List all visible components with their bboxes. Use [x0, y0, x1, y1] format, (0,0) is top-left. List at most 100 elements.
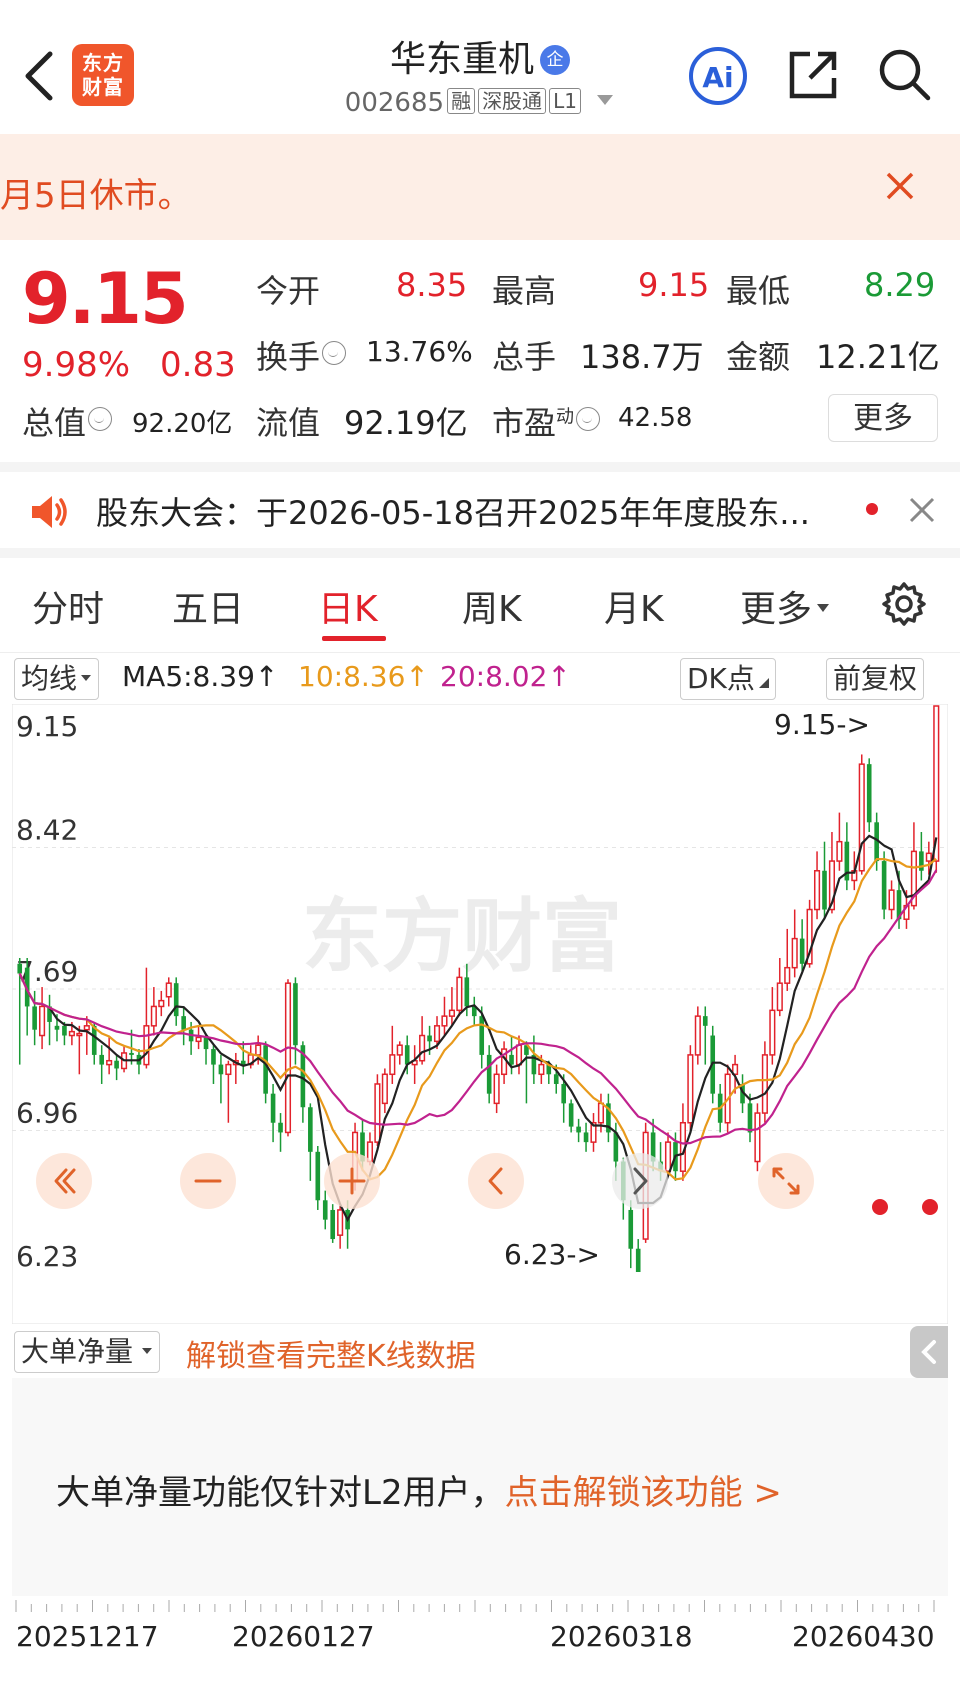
candle-body [225, 1063, 232, 1076]
candle-body [308, 1107, 313, 1152]
tab-monthly-k[interactable]: 月K [604, 580, 664, 632]
share-icon[interactable] [786, 46, 842, 102]
candle-body [173, 983, 179, 1017]
candle-body [553, 1074, 559, 1084]
tab-five-day[interactable]: 五日 [172, 580, 244, 632]
zoom-in-icon[interactable] [324, 1153, 380, 1209]
candle-body [858, 763, 865, 872]
pe-label[interactable]: 市盈动 [492, 398, 602, 444]
candle-body [441, 1015, 448, 1027]
candle-body [456, 976, 463, 1012]
candle-body [464, 977, 470, 1007]
candle-body [263, 1045, 268, 1094]
candle-body [486, 1054, 492, 1094]
float-cap-value: 92.19亿 [344, 404, 468, 442]
tag-level: L1 [549, 88, 581, 114]
candle-body [54, 1025, 60, 1030]
dk-point-button[interactable]: DK点 [680, 658, 776, 700]
pe-value: 42.58 [618, 403, 693, 433]
chevron-down-icon [597, 95, 614, 105]
time-axis-ticks [15, 1600, 935, 1612]
candle-body [17, 963, 23, 974]
svg-text:Ai: Ai [702, 61, 733, 94]
unlock-feature-link[interactable]: 点击解锁该功能 > [505, 1473, 782, 1513]
chevron-left-icon[interactable] [468, 1153, 524, 1209]
candle-body [479, 1016, 485, 1055]
low-label: 最低 [726, 272, 791, 310]
candle-body [769, 1009, 776, 1056]
candle-body [866, 764, 872, 823]
chevron-right-icon[interactable] [612, 1153, 668, 1209]
indicator-selector[interactable]: 均线 [14, 658, 100, 700]
announcement-text[interactable]: 股东大会：于2026-05-18召开2025年年度股东... [96, 488, 856, 534]
candle-body [687, 1054, 694, 1124]
candle-body [836, 840, 843, 862]
tab-weekly-k[interactable]: 周K [462, 580, 522, 632]
candle-body [784, 966, 791, 984]
back-arrow-icon[interactable] [20, 44, 60, 108]
candle-body [404, 1045, 410, 1065]
tab-daily-k[interactable]: 日K [318, 580, 378, 632]
chevron-left-icon [921, 1340, 936, 1364]
change-amount: 0.83 [160, 345, 236, 385]
mktcap-value: 92.20亿 [132, 409, 233, 439]
candle-body [337, 1209, 344, 1236]
candle-body [218, 1064, 224, 1075]
zoom-out-icon[interactable] [180, 1153, 236, 1209]
alert-dot [922, 1199, 938, 1215]
open-label: 今开 [256, 272, 321, 310]
candle-body [419, 1034, 426, 1062]
candle-body [255, 1044, 262, 1056]
candle-body [694, 1015, 701, 1056]
tab-more[interactable]: 更多 [740, 580, 830, 632]
close-icon[interactable] [906, 494, 938, 526]
candle-body [881, 861, 887, 910]
big-order-selector[interactable]: 大单净量 [14, 1331, 161, 1373]
candle-body [150, 1005, 157, 1027]
candle-body [919, 851, 924, 871]
candlestick-chart[interactable]: 东方财富9.158.427.696.966.239.15->6.23-> [12, 704, 948, 1324]
rewind-icon[interactable] [36, 1153, 92, 1209]
candle-body [284, 982, 292, 1134]
volume-value: 138.7万 [580, 338, 704, 376]
search-icon[interactable] [876, 46, 932, 102]
app-logo: 东方 财富 [72, 44, 134, 106]
candle-body [568, 1103, 574, 1127]
unread-dot [866, 503, 878, 515]
min-price-marker: 6.23-> [504, 1238, 600, 1271]
candle-body [129, 1052, 134, 1055]
candle-body [330, 1209, 336, 1240]
collapse-panel-tab[interactable] [910, 1326, 948, 1378]
tag-connect: 深股通 [478, 88, 547, 114]
mktcap-label[interactable]: 总值 [22, 398, 114, 444]
unlock-kline-link[interactable]: 解锁查看完整K线数据 [186, 1331, 476, 1375]
stock-code-line[interactable]: 002685 融深股通 L1 [300, 88, 660, 118]
fullscreen-icon[interactable] [758, 1153, 814, 1209]
candle-body [374, 1083, 381, 1143]
divider [0, 548, 960, 558]
volume-label: 总手 [492, 338, 557, 376]
candle-body [754, 1112, 761, 1163]
candle-body [143, 1025, 150, 1066]
gear-icon[interactable] [880, 580, 928, 628]
change-percent: 9.98% [22, 345, 131, 385]
candle-body [583, 1132, 589, 1143]
turnover-label[interactable]: 换手 [256, 332, 348, 378]
adjustment-button[interactable]: 前复权 [826, 658, 925, 700]
candle-body [888, 889, 895, 911]
stock-title: 华东重机企 [300, 30, 660, 82]
ai-assistant-icon[interactable]: Ai [686, 46, 750, 106]
x-axis-label: 20260318 [550, 1620, 693, 1653]
candle-body [195, 1036, 202, 1043]
y-tick-label: 6.96 [16, 1097, 78, 1130]
tab-intraday[interactable]: 分时 [32, 580, 104, 632]
alert-dot [872, 1199, 888, 1215]
candle-body [211, 1049, 216, 1065]
more-quote-button[interactable]: 更多 [828, 394, 938, 442]
active-tab-indicator [322, 636, 386, 641]
low-value: 8.29 [864, 266, 936, 304]
l2-locked-message: 大单净量功能仅针对L2用户，点击解锁该功能 > [56, 1473, 782, 1513]
x-axis-label: 20260430 [792, 1620, 935, 1653]
candle-body [114, 1060, 119, 1069]
close-icon[interactable] [880, 166, 920, 206]
